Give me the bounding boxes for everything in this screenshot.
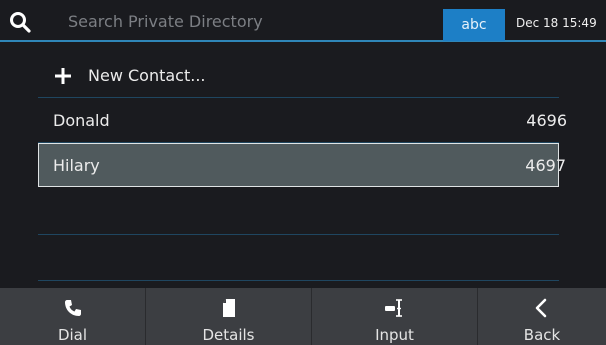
phone-icon <box>64 300 81 316</box>
document-icon <box>222 299 235 317</box>
empty-list-row <box>38 235 559 281</box>
softkey-input[interactable]: Input <box>312 288 478 345</box>
contact-number: 4696 <box>526 111 567 130</box>
softkey-label: Details <box>202 326 255 344</box>
input-mode-badge[interactable]: abc <box>443 9 505 41</box>
contact-name: Donald <box>53 111 110 130</box>
softkey-label: Input <box>375 326 414 344</box>
softkey-label: Back <box>523 326 561 344</box>
search-bar: abc Dec 18 15:49 <box>0 0 606 42</box>
softkey-dial[interactable]: Dial <box>0 288 146 345</box>
softkey-bar: Dial Details Input Back <box>0 288 606 345</box>
contact-number: 4697 <box>525 156 566 175</box>
new-contact-label: New Contact... <box>88 66 206 85</box>
contact-row-hilary[interactable]: Hilary 4697 <box>38 143 566 187</box>
contact-row-donald[interactable]: Donald 4696 <box>38 99 567 143</box>
chevron-left-icon <box>535 298 547 318</box>
contact-name: Hilary <box>53 156 100 175</box>
text-cursor-icon <box>384 299 402 317</box>
search-input[interactable] <box>68 8 428 34</box>
search-icon[interactable] <box>9 11 31 33</box>
plus-icon <box>55 68 71 84</box>
empty-list-row <box>38 189 559 235</box>
new-contact-item[interactable]: New Contact... <box>38 56 559 98</box>
softkey-label: Dial <box>57 326 88 344</box>
softkey-details[interactable]: Details <box>146 288 312 345</box>
softkey-back[interactable]: Back <box>478 288 606 345</box>
datetime-display: Dec 18 15:49 <box>516 16 597 30</box>
